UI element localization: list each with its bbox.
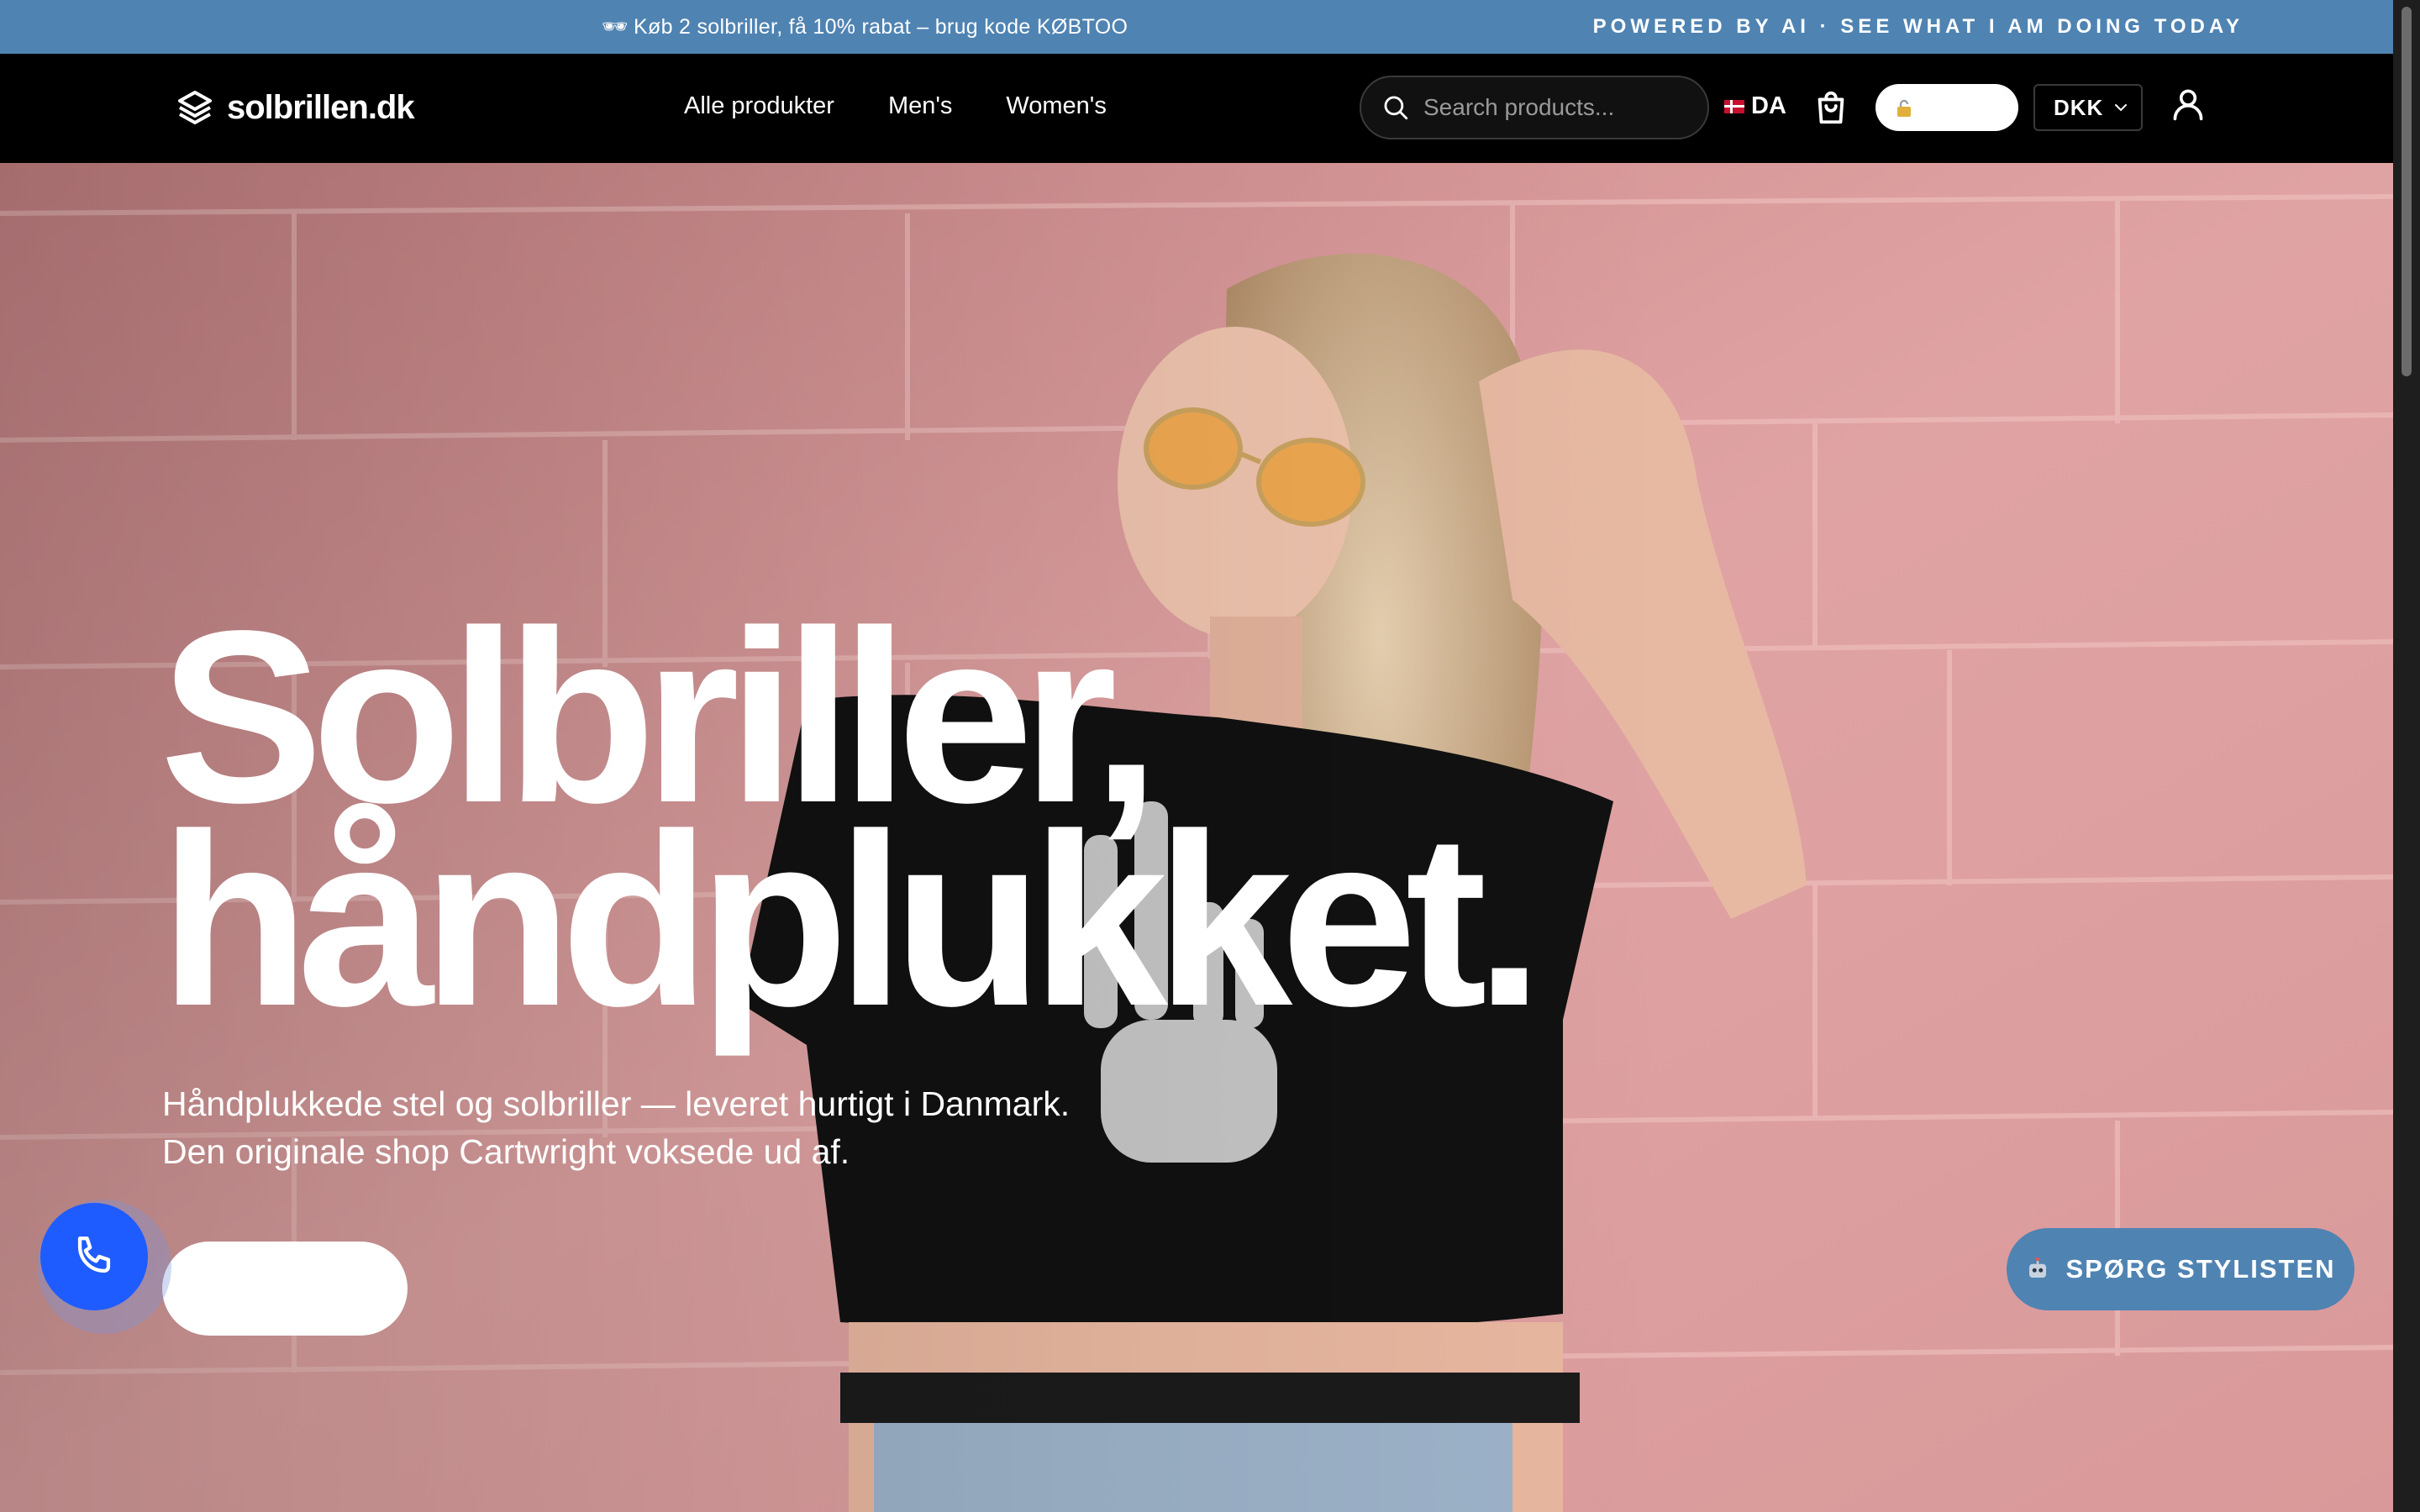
user-icon: [2173, 89, 2203, 121]
sunglasses-icon: 🕶: [602, 15, 629, 39]
ask-stylist-button[interactable]: SPØRG STYLISTEN: [2007, 1228, 2354, 1310]
nav-mens[interactable]: Men's: [888, 92, 952, 120]
phone-icon: [77, 1236, 111, 1273]
powered-by-ai-link[interactable]: POWERED BY AI · SEE WHAT I AM DOING TODA…: [1593, 0, 2244, 54]
nav-womens[interactable]: Women's: [1006, 92, 1106, 120]
unlock-pill-button[interactable]: [1876, 84, 2018, 131]
language-label: DA: [1751, 92, 1786, 119]
search-input[interactable]: [1423, 94, 1692, 121]
search-box: [1360, 76, 1709, 139]
hero-section: Solbriller, håndplukket. Håndplukkede st…: [0, 163, 2393, 1512]
page-scrollbar[interactable]: [2393, 0, 2420, 1512]
promo-text: Køb 2 solbriller, få 10% rabat – brug ko…: [634, 15, 1128, 39]
hero-subtitle-line2: Den originale shop Cartwright voksede ud…: [162, 1132, 850, 1171]
search-icon: [1384, 96, 1408, 120]
layers-logo-icon: [178, 91, 212, 124]
cart-button[interactable]: [1812, 87, 1850, 128]
ask-stylist-label: SPØRG STYLISTEN: [2065, 1254, 2336, 1284]
call-button[interactable]: [40, 1203, 148, 1310]
hero-subtitle-line1: Håndplukkede stel og solbriller — levere…: [162, 1084, 1071, 1123]
main-nav: Alle produkter Men's Women's: [684, 92, 1107, 120]
hero-title-line2: håndplukket.: [160, 783, 1544, 1057]
site-logo[interactable]: solbrillen.dk: [175, 84, 415, 131]
hero-subtitle: Håndplukkede stel og solbriller — levere…: [162, 1080, 1221, 1176]
site-header: solbrillen.dk Alle produkter Men's Women…: [0, 54, 2393, 163]
shopping-bag-icon: [1818, 91, 1844, 124]
language-switcher[interactable]: DA: [1724, 92, 1786, 120]
hero-cta-button[interactable]: [162, 1242, 408, 1336]
robot-icon: [2029, 1257, 2047, 1278]
currency-select[interactable]: DKK: [2033, 84, 2143, 131]
hero-title: Solbriller, håndplukket.: [160, 594, 1544, 1042]
lock-icon: [1897, 99, 1911, 117]
announcement-bar: 🕶 Køb 2 solbriller, få 10% rabat – brug k…: [0, 0, 2393, 54]
chevron-down-icon: [2115, 104, 2127, 112]
currency-label: DKK: [2054, 94, 2104, 120]
promo-message: 🕶 Køb 2 solbriller, få 10% rabat – brug k…: [602, 0, 1128, 54]
scrollbar-thumb[interactable]: [2402, 7, 2412, 376]
nav-all-products[interactable]: Alle produkter: [684, 92, 834, 120]
denmark-flag-icon: [1724, 99, 1744, 113]
logo-text: solbrillen.dk: [227, 88, 415, 126]
